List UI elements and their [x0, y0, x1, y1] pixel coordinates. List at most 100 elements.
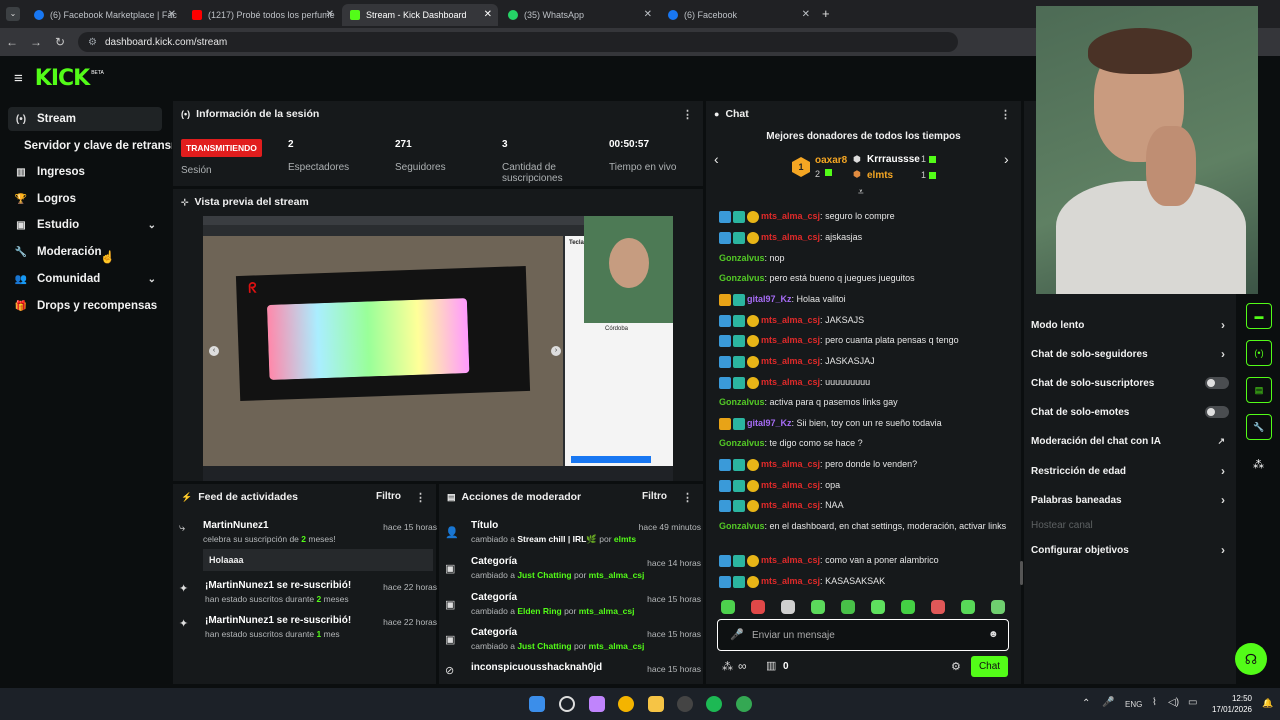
wrench-panel-button[interactable]: 🔧: [1246, 414, 1272, 440]
tab-kick-dashboard[interactable]: Stream - Kick Dashboard ✕: [342, 4, 498, 26]
close-tab-icon[interactable]: ✕: [326, 9, 334, 20]
clock-time[interactable]: 12:50: [1224, 694, 1252, 703]
chat-input[interactable]: 🎤 Enviar un mensaje ☻: [717, 619, 1009, 651]
chat-username[interactable]: mts_alma_csj: [761, 459, 820, 469]
option-slow-mode[interactable]: Modo lento ›: [1031, 315, 1229, 335]
chat-username[interactable]: mts_alma_csj: [761, 500, 820, 510]
windows-start-icon[interactable]: [529, 696, 545, 712]
file-explorer-icon[interactable]: [648, 696, 664, 712]
emote-icon[interactable]: [721, 600, 735, 614]
tray-microphone-icon[interactable]: 🎤: [1102, 697, 1114, 708]
emote-icon[interactable]: [811, 600, 825, 614]
chat-username[interactable]: Gonzalvus: [719, 253, 765, 263]
option-age-restriction[interactable]: Restricción de edad ›: [1031, 461, 1229, 481]
option-subscribers-only[interactable]: Chat de solo-suscriptores: [1031, 373, 1229, 393]
sidebar-item-logros[interactable]: 🏆 Logros: [8, 187, 162, 211]
chat-username[interactable]: Gonzalvus: [719, 438, 765, 448]
microphone-icon[interactable]: 🎤: [730, 628, 744, 641]
option-ai-moderation[interactable]: Moderación del chat con IA ↗: [1031, 431, 1229, 451]
spotify-icon[interactable]: [706, 696, 722, 712]
send-chat-button[interactable]: Chat: [971, 656, 1008, 677]
tab-facebook-marketplace[interactable]: (6) Facebook Marketplace | Fac ✕: [26, 4, 182, 26]
chat-username[interactable]: mts_alma_csj: [761, 232, 820, 242]
close-tab-icon[interactable]: ✕: [644, 9, 652, 20]
close-tab-icon[interactable]: ✕: [484, 9, 492, 20]
chat-username[interactable]: mts_alma_csj: [761, 315, 820, 325]
search-icon[interactable]: [559, 696, 575, 712]
stream-video[interactable]: ᖇ Tecla Redr Córdoba ‹ ›: [203, 216, 673, 481]
sidebar-item-stream[interactable]: (•) Stream: [8, 107, 162, 131]
tray-chevron-icon[interactable]: ⌃: [1082, 698, 1090, 709]
option-emotes-only[interactable]: Chat de solo-emotes: [1031, 402, 1229, 422]
mod-filter-button[interactable]: Filtro: [642, 491, 667, 502]
chat-settings-icon[interactable]: ⚙: [951, 660, 961, 673]
wifi-icon[interactable]: ⌇: [1152, 697, 1157, 708]
emoji-icon[interactable]: ☻: [988, 629, 999, 640]
donor-name[interactable]: elmts: [867, 170, 893, 181]
close-tab-icon[interactable]: ✕: [802, 9, 810, 20]
mod-panel-button[interactable]: ▤: [1246, 377, 1272, 403]
emote-icon[interactable]: [871, 600, 885, 614]
chat-username[interactable]: mts_alma_csj: [761, 555, 820, 565]
hamburger-menu-icon[interactable]: ≡: [14, 70, 23, 87]
more-options-icon[interactable]: ⋮: [415, 491, 426, 504]
emotes-only-toggle[interactable]: [1205, 406, 1229, 418]
emote-icon[interactable]: [751, 600, 765, 614]
sidebar-item-ingresos[interactable]: ▥ Ingresos: [8, 160, 162, 184]
obs-icon[interactable]: [677, 696, 693, 712]
support-headset-icon[interactable]: ☊: [1235, 643, 1267, 675]
chat-username[interactable]: mts_alma_csj: [761, 377, 820, 387]
emote-icon[interactable]: [841, 600, 855, 614]
sidebar-item-moderacion[interactable]: 🔧 Moderación: [8, 240, 162, 264]
chat-username[interactable]: mts_alma_csj: [761, 576, 820, 586]
tab-whatsapp[interactable]: (35) WhatsApp ✕: [500, 4, 658, 26]
chat-username[interactable]: gital97_Kz: [747, 418, 792, 428]
chat-username[interactable]: gital97_Kz: [747, 294, 792, 304]
volume-icon[interactable]: ◁): [1168, 697, 1179, 708]
option-configure-goals[interactable]: Configurar objetivos ›: [1031, 540, 1229, 560]
kick-logo[interactable]: KICK: [35, 66, 90, 91]
notifications-icon[interactable]: 🔔: [1262, 698, 1273, 709]
chat-username[interactable]: mts_alma_csj: [761, 335, 820, 345]
chat-panel-button[interactable]: ▬: [1246, 303, 1272, 329]
donor-name[interactable]: Krrraussse: [867, 154, 920, 165]
clock-date[interactable]: 17/01/2026: [1208, 705, 1252, 714]
close-tab-icon[interactable]: ✕: [168, 9, 176, 20]
new-tab-button[interactable]: +: [822, 6, 830, 21]
chat-username[interactable]: mts_alma_csj: [761, 211, 820, 221]
chevron-left-icon[interactable]: ‹: [714, 151, 719, 167]
emote-icon[interactable]: [931, 600, 945, 614]
chat-scrollbar[interactable]: [1020, 561, 1023, 585]
donor-name[interactable]: oaxar8: [815, 155, 847, 166]
more-options-icon[interactable]: ⋮: [682, 108, 693, 121]
option-banned-words[interactable]: Palabras baneadas ›: [1031, 490, 1229, 510]
battery-icon[interactable]: ▭: [1188, 697, 1197, 708]
gift-icon[interactable]: ▥: [766, 659, 776, 672]
tab-youtube[interactable]: (1217) Probé todos los perfume ✕: [184, 4, 340, 26]
more-options-icon[interactable]: ⋮: [1000, 108, 1011, 121]
tab-search-icon[interactable]: ⌄: [6, 7, 20, 21]
collapse-icon[interactable]: ⩡: [858, 187, 864, 198]
emote-icon[interactable]: [781, 600, 795, 614]
option-followers-only[interactable]: Chat de solo-seguidores ›: [1031, 344, 1229, 364]
sidebar-item-server-key[interactable]: Servidor y clave de retransm: [24, 134, 172, 158]
tab-facebook[interactable]: (6) Facebook ✕: [660, 4, 816, 26]
chrome-profile-icon[interactable]: [736, 696, 752, 712]
copilot-icon[interactable]: [589, 696, 605, 712]
more-options-icon[interactable]: ⋮: [682, 491, 693, 504]
back-icon[interactable]: ←: [0, 35, 24, 49]
sidebar-item-drops[interactable]: 🎁 Drops y recompensas: [8, 294, 162, 318]
emote-icon[interactable]: [901, 600, 915, 614]
emote-icon[interactable]: [991, 600, 1005, 614]
chevron-right-icon[interactable]: ›: [1004, 151, 1009, 167]
reload-icon[interactable]: ↻: [48, 35, 72, 49]
subscribers-only-toggle[interactable]: [1205, 377, 1229, 389]
forward-icon[interactable]: →: [24, 35, 48, 49]
chat-username[interactable]: mts_alma_csj: [761, 480, 820, 490]
site-info-icon[interactable]: ⚙: [88, 37, 97, 48]
chrome-icon[interactable]: [618, 696, 634, 712]
chat-username[interactable]: mts_alma_csj: [761, 356, 820, 366]
feed-filter-button[interactable]: Filtro: [376, 491, 401, 502]
url-field[interactable]: ⚙ dashboard.kick.com/stream: [78, 32, 958, 52]
chat-username[interactable]: Gonzalvus: [719, 397, 765, 407]
